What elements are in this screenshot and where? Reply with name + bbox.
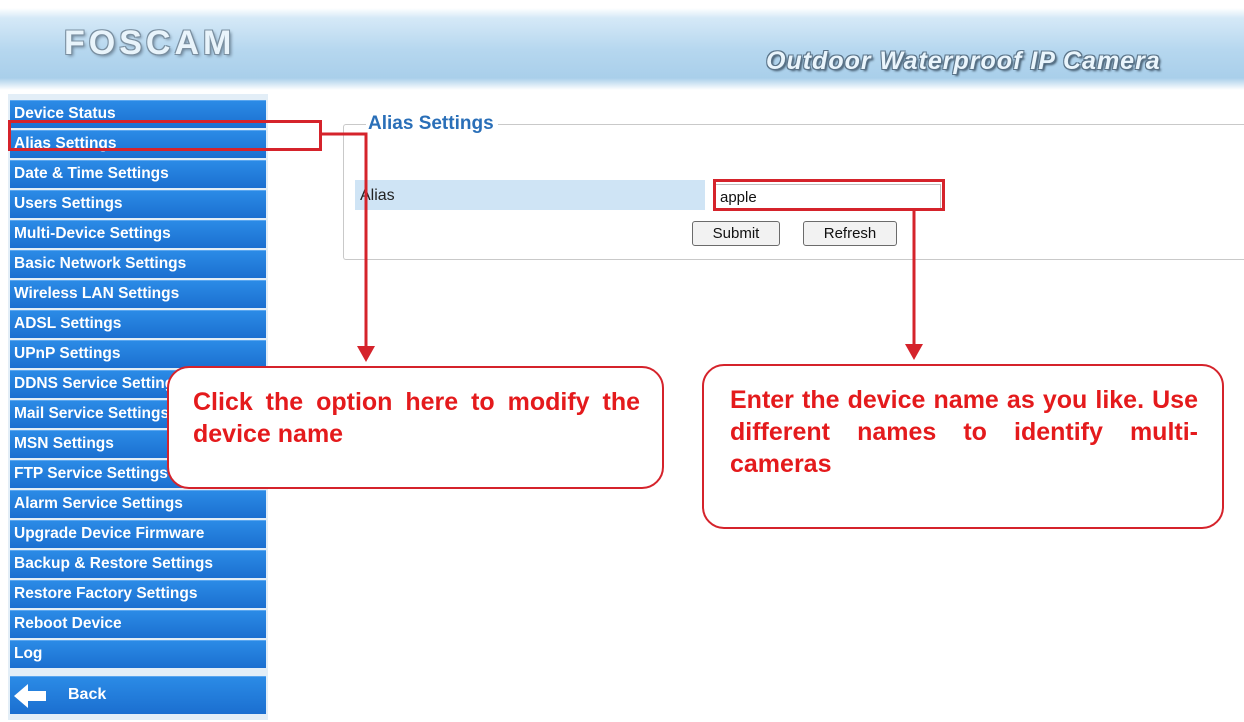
refresh-button[interactable]: Refresh (803, 221, 897, 246)
sidebar-item-log[interactable]: Log (10, 640, 266, 668)
back-label: Back (68, 686, 107, 703)
sidebar-item-users-settings[interactable]: Users Settings (10, 190, 266, 218)
sidebar-item-backup-restore-settings[interactable]: Backup & Restore Settings (10, 550, 266, 578)
sidebar-item-alarm-service-settings[interactable]: Alarm Service Settings (10, 490, 266, 518)
sidebar-item-reboot-device[interactable]: Reboot Device (10, 610, 266, 638)
left-arrowhead (357, 346, 375, 362)
submit-button[interactable]: Submit (692, 221, 780, 246)
sidebar-item-multi-device-settings[interactable]: Multi-Device Settings (10, 220, 266, 248)
brand-logo: FOSCAM (64, 24, 236, 62)
sidebar-item-upnp-settings[interactable]: UPnP Settings (10, 340, 266, 368)
right-arrowhead (905, 344, 923, 360)
arrow-left-icon (14, 684, 46, 708)
section-title: Alias Settings (366, 113, 498, 135)
sidebar-item-basic-network-settings[interactable]: Basic Network Settings (10, 250, 266, 278)
product-title: Outdoor Waterproof IP Camera (766, 47, 1161, 75)
sidebar-item-date-time-settings[interactable]: Date & Time Settings (10, 160, 266, 188)
sidebar-item-restore-factory-settings[interactable]: Restore Factory Settings (10, 580, 266, 608)
alias-label: Alias (360, 187, 395, 204)
alias-settings-highlight-box (8, 120, 322, 151)
header-banner: FOSCAM Outdoor Waterproof IP Camera (0, 0, 1244, 90)
back-button[interactable]: Back (10, 676, 266, 714)
callout-right: Enter the device name as you like. Use d… (702, 364, 1224, 529)
sidebar-item-upgrade-device-firmware[interactable]: Upgrade Device Firmware (10, 520, 266, 548)
sidebar-item-wireless-lan-settings[interactable]: Wireless LAN Settings (10, 280, 266, 308)
alias-input-highlight-box (713, 179, 945, 211)
alias-row-background (355, 180, 705, 210)
sidebar-item-adsl-settings[interactable]: ADSL Settings (10, 310, 266, 338)
callout-left: Click the option here to modify the devi… (167, 366, 664, 489)
